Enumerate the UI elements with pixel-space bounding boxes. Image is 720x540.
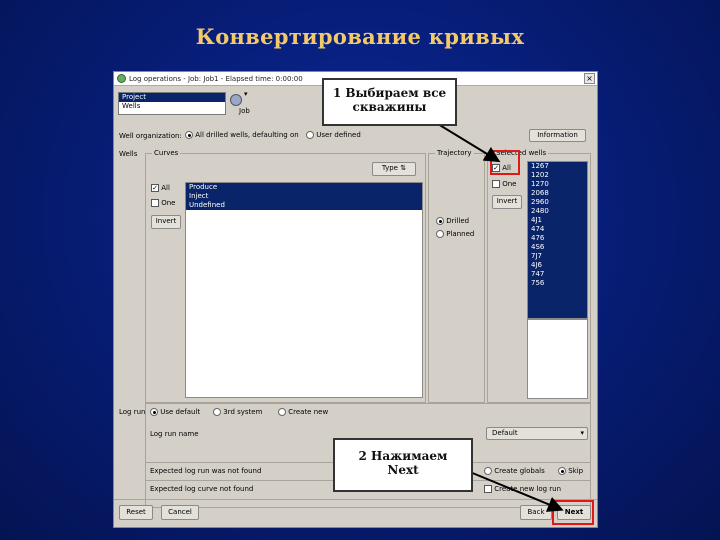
callout-1: 1 Выбираем все скважины [322,78,457,126]
callout-1-line1: 1 Выбираем все [332,86,447,100]
arrow-1 [437,123,501,163]
callout-2-line2: Next [387,463,419,477]
callout-2-line1: 2 Нажимаем [358,449,448,463]
arrow-2 [469,471,564,512]
callout-1-line2: скважины [352,100,427,114]
callout-2: 2 Нажимаем Next [333,438,473,492]
